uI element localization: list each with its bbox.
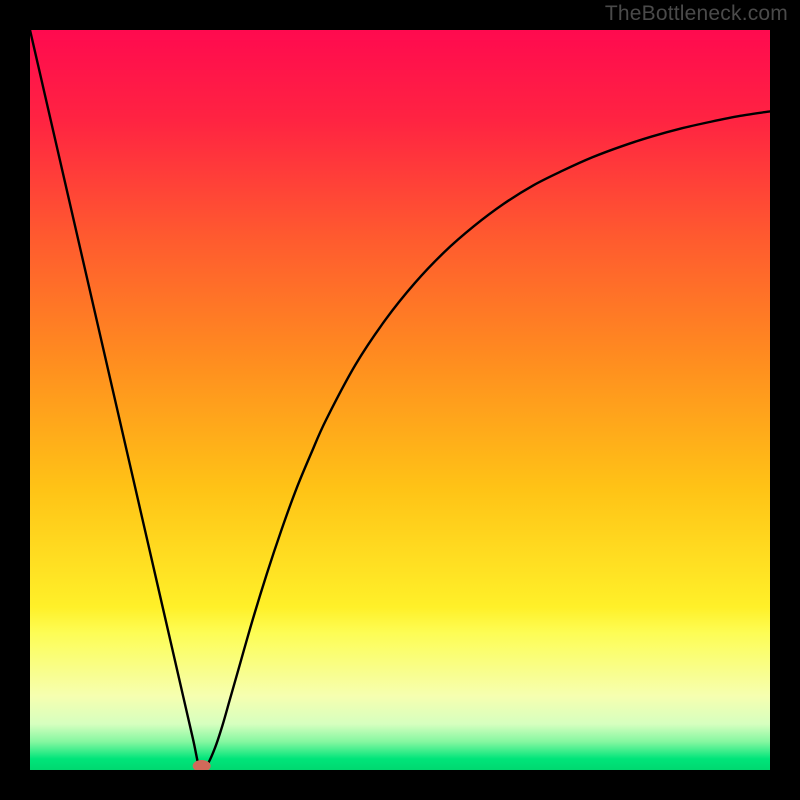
chart-frame: TheBottleneck.com — [0, 0, 800, 800]
watermark-text: TheBottleneck.com — [605, 2, 788, 26]
chart-svg — [30, 30, 770, 770]
gradient-background — [30, 30, 770, 770]
plot-area — [30, 30, 770, 770]
